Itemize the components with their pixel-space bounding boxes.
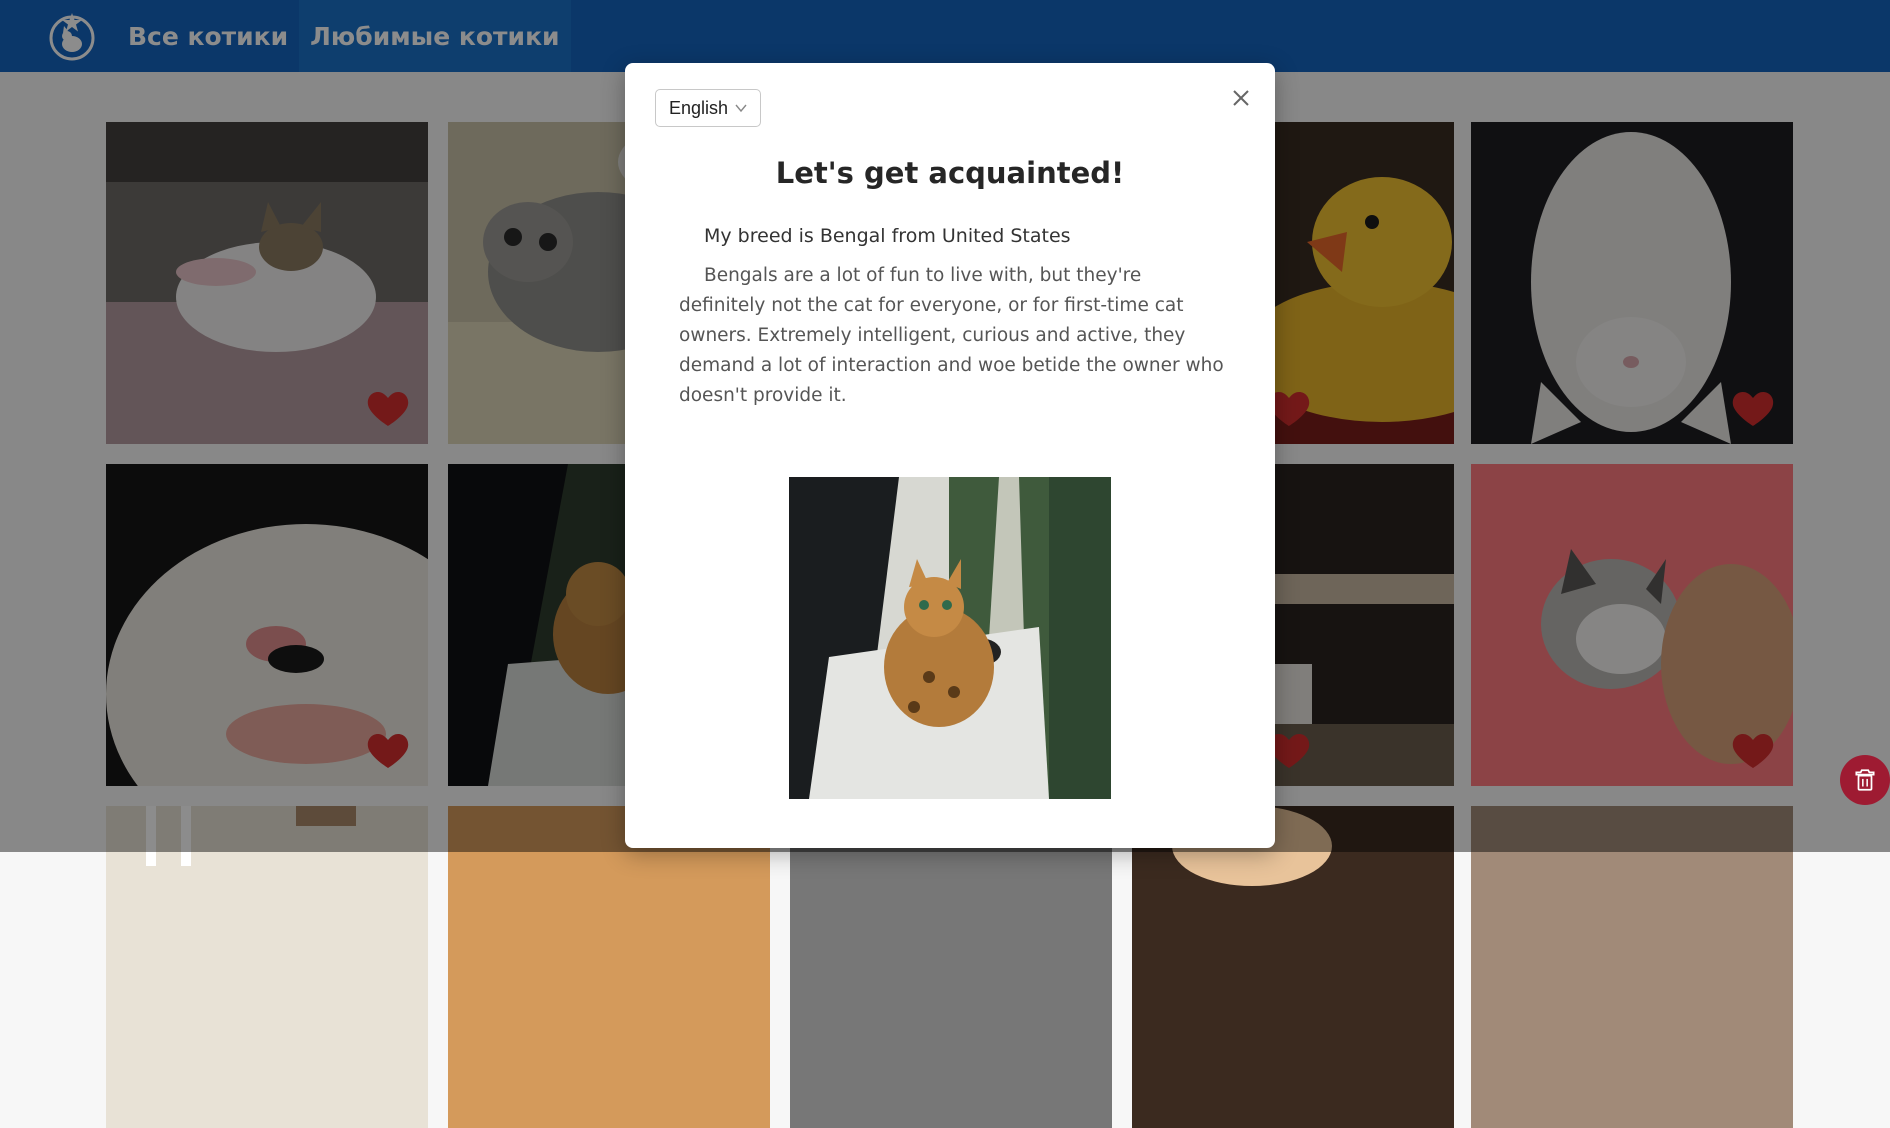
cat-photo-tile[interactable] — [106, 806, 428, 1128]
trash-icon — [1855, 769, 1875, 791]
breed-origin-text: My breed is Bengal from United States — [704, 225, 1071, 247]
language-select[interactable]: English — [655, 89, 761, 127]
cat-photo — [1471, 806, 1793, 1128]
cat-photo — [1132, 806, 1454, 1128]
cat-photo-tile[interactable] — [1471, 806, 1793, 1128]
breed-description: Bengals are a lot of fun to live with, b… — [679, 265, 1224, 406]
cat-photo — [790, 806, 1112, 1128]
modal-title: Let's get acquainted! — [775, 156, 1125, 190]
cat-photo — [106, 806, 428, 1128]
breed-photo — [789, 477, 1111, 799]
bengal-cat-image — [789, 477, 1111, 799]
cat-photo-tile[interactable] — [448, 806, 770, 1128]
language-select-value: English — [669, 97, 729, 118]
cat-photo-tile[interactable] — [1132, 806, 1454, 1128]
breed-info-modal: English Let's get acquainted! My breed i… — [625, 63, 1275, 848]
close-button[interactable] — [1228, 85, 1254, 111]
close-icon — [1233, 90, 1249, 106]
delete-fab-button[interactable] — [1840, 755, 1890, 805]
chevron-down-icon — [735, 104, 747, 113]
cat-photo-tile[interactable] — [790, 806, 1112, 1128]
cat-photo — [448, 806, 770, 1128]
